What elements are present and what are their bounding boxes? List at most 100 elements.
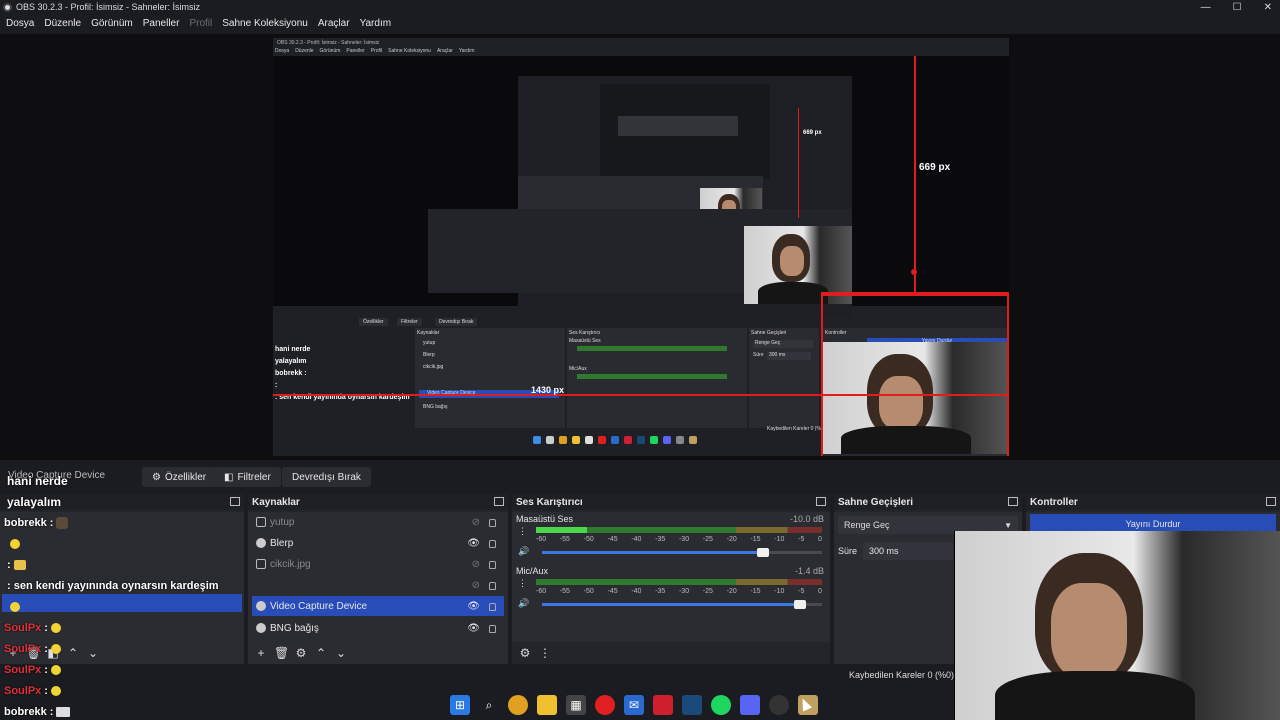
lock-icon[interactable] bbox=[489, 561, 496, 569]
measure-handle bbox=[911, 269, 917, 275]
webcam-overlay bbox=[954, 531, 1280, 720]
down-arrow-icon[interactable]: ⌄ bbox=[334, 646, 348, 660]
windows-icon[interactable]: ⊞ bbox=[450, 695, 470, 715]
menu-sahne-koleksiyonu[interactable]: Sahne Koleksiyonu bbox=[222, 18, 308, 29]
minimize-icon[interactable]: — bbox=[1201, 2, 1211, 13]
meter-fill bbox=[536, 527, 588, 533]
close-icon[interactable]: ✕ bbox=[1264, 2, 1272, 13]
kebab-menu-icon[interactable]: ⋮ bbox=[538, 646, 552, 660]
nested-channel: Mic/Aux bbox=[569, 366, 587, 372]
lock-icon[interactable] bbox=[489, 603, 496, 611]
mixer-body: Masaüstü Ses -10.0 dB ⋮ -60 -55 -50 -45 -40-… bbox=[512, 512, 830, 642]
obs-window: OBS 30.2.3 - Profil: İsimsiz - Sahneler:… bbox=[0, 0, 1280, 720]
mail-icon[interactable]: ✉ bbox=[624, 695, 644, 715]
eye-hidden-icon[interactable]: ⊘ bbox=[472, 580, 480, 591]
steam-icon[interactable] bbox=[682, 695, 702, 715]
menu-duzenle[interactable]: Düzenle bbox=[44, 18, 81, 29]
lock-icon[interactable] bbox=[489, 625, 496, 633]
chat-line: SoulPx: bbox=[4, 659, 304, 680]
measure-line-vertical bbox=[914, 56, 916, 294]
webcam-person-shirt bbox=[841, 426, 971, 454]
nested-preview: 669 px 669 px bbox=[273, 56, 1009, 318]
search-icon[interactable]: ⌕ bbox=[479, 695, 499, 715]
measure-label-1430: 1430 px bbox=[531, 385, 565, 395]
preview-canvas[interactable]: OBS 30.2.3 - Profil: İsimsiz - Sahneler:… bbox=[0, 34, 1280, 460]
channel-db: -1.4 dB bbox=[794, 566, 824, 576]
gear-icon[interactable]: ⚙ bbox=[518, 646, 532, 660]
maximize-icon[interactable]: ☐ bbox=[1233, 2, 1242, 13]
duration-input[interactable]: 300 ms bbox=[863, 542, 954, 560]
kebab-menu-icon[interactable]: ⋮ bbox=[518, 578, 527, 589]
menu-bar: Dosya Düzenle Görünüm Paneller Profil Sa… bbox=[0, 15, 1280, 31]
float-icon[interactable] bbox=[494, 497, 504, 506]
mixer-channel-mic: Mic/Aux -1.4 dB ⋮ -60 -55 -50 -45 -40 -35 -30-… bbox=[516, 566, 826, 614]
lock-icon[interactable] bbox=[489, 582, 496, 590]
nested-bottom-docks: Özellikler Filtreler Devredışı Bırak Kay… bbox=[273, 308, 821, 456]
chat-line: : sen kendi yayınında oynarsın kardeşim bbox=[7, 579, 219, 592]
eye-hidden-icon[interactable]: ⊘ bbox=[472, 517, 480, 528]
chat-line: SoulPx: bbox=[4, 680, 304, 701]
nested-duration-value: 300 ms bbox=[767, 352, 811, 360]
eye-icon[interactable]: 👁 bbox=[467, 623, 480, 634]
store-icon[interactable]: ▦ bbox=[566, 695, 586, 715]
volume-slider[interactable] bbox=[542, 600, 822, 609]
nested-source: cikcik.jpg bbox=[423, 364, 444, 370]
nested-menu-item: Paneller bbox=[346, 48, 365, 54]
lock-icon[interactable] bbox=[489, 540, 496, 548]
speaker-icon[interactable]: 🔊 bbox=[518, 598, 529, 609]
nested-menu-item: Araçlar bbox=[436, 48, 453, 54]
slider-knob[interactable] bbox=[757, 548, 770, 557]
menu-araclar[interactable]: Araçlar bbox=[318, 18, 350, 29]
up-arrow-icon[interactable]: ⌃ bbox=[314, 646, 328, 660]
menu-profil[interactable]: Profil bbox=[189, 18, 212, 29]
obs-logo-icon bbox=[3, 2, 12, 12]
nested-dock-title: Sahne Geçişleri bbox=[751, 330, 787, 336]
measure-line-left bbox=[821, 292, 823, 456]
spotify-icon[interactable] bbox=[711, 695, 731, 715]
eye-hidden-icon[interactable]: ⊘ bbox=[472, 559, 480, 570]
measure-line-top bbox=[821, 292, 1009, 294]
channel-db: -10.0 dB bbox=[789, 514, 824, 524]
nested-menu-item: Görünüm bbox=[319, 48, 341, 54]
kebab-menu-icon[interactable]: ⋮ bbox=[518, 526, 527, 537]
opera-icon[interactable] bbox=[595, 695, 615, 715]
discord-icon[interactable] bbox=[740, 695, 760, 715]
transitions-dock-title: Sahne Geçişleri bbox=[834, 494, 1022, 510]
obs-icon[interactable] bbox=[769, 695, 789, 715]
emote-yellow-icon bbox=[10, 538, 20, 549]
menu-paneller[interactable]: Paneller bbox=[143, 18, 180, 29]
slider-knob[interactable] bbox=[793, 600, 806, 609]
volume-slider[interactable] bbox=[542, 548, 822, 557]
nested-chat-line: : bbox=[275, 382, 278, 389]
nested-dock-title: Kontroller bbox=[825, 330, 847, 336]
lock-icon[interactable] bbox=[489, 519, 496, 527]
speaker-icon[interactable]: 🔊 bbox=[518, 546, 529, 557]
app-red-icon[interactable] bbox=[653, 695, 673, 715]
nested-meter bbox=[577, 374, 727, 379]
emote-yellow-icon bbox=[50, 643, 61, 654]
folder-icon[interactable] bbox=[537, 695, 557, 715]
meter-ticks: -60 -55 -50 -45 -40 -35 -30 -25 -20 -15 -10 -5 0 bbox=[536, 588, 822, 595]
emote-dark-icon bbox=[56, 706, 71, 717]
measure-line-horizontal-2 bbox=[273, 394, 1009, 396]
webcam-person-face bbox=[1051, 583, 1127, 679]
nested-taskbar-icon bbox=[598, 436, 606, 444]
measure-line-right bbox=[1007, 292, 1009, 456]
menu-yardim[interactable]: Yardım bbox=[360, 18, 392, 29]
nested-properties: Özellikler bbox=[359, 318, 388, 326]
chat-line: SoulPx: bbox=[4, 638, 304, 659]
menu-gorunum[interactable]: Görünüm bbox=[91, 18, 133, 29]
nested-taskbar-icon bbox=[533, 436, 541, 444]
float-icon[interactable] bbox=[1266, 497, 1276, 506]
eye-icon[interactable]: 👁 bbox=[467, 538, 480, 549]
nested-taskbar-icon bbox=[559, 436, 567, 444]
float-icon[interactable] bbox=[816, 497, 826, 506]
nested-taskbar-icon bbox=[546, 436, 554, 444]
nested-taskbar bbox=[533, 436, 697, 444]
float-icon[interactable] bbox=[1008, 497, 1018, 506]
nested-taskbar-icon bbox=[676, 436, 684, 444]
chrome-icon[interactable] bbox=[508, 695, 528, 715]
menu-dosya[interactable]: Dosya bbox=[6, 18, 34, 29]
eye-icon[interactable]: 👁 bbox=[467, 601, 480, 612]
chat-line bbox=[4, 596, 304, 617]
